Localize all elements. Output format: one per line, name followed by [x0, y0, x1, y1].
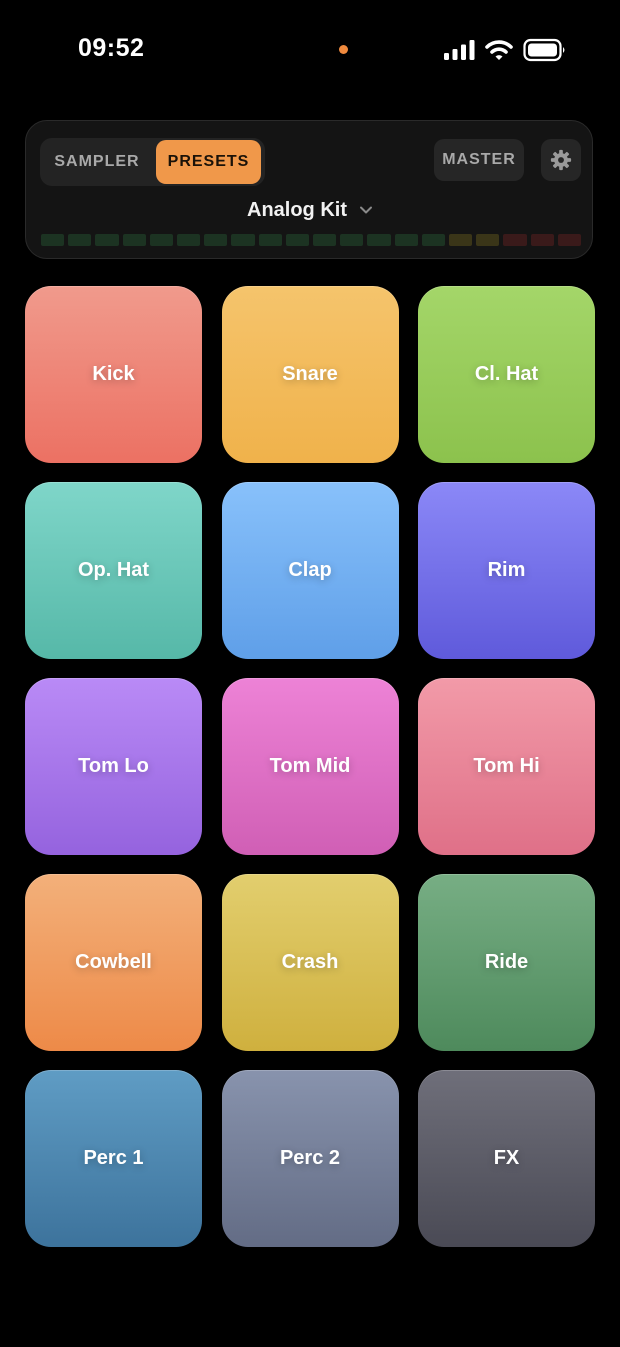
- status-bar: 09:52: [0, 0, 620, 100]
- tab-presets[interactable]: PRESETS: [156, 140, 261, 184]
- meter-segment: [285, 234, 310, 246]
- pad-perc-2[interactable]: Perc 2: [221, 1070, 399, 1247]
- meter-segment: [68, 234, 92, 246]
- pad-label: Cl. Hat: [474, 363, 539, 385]
- pad-label: Snare: [282, 363, 338, 385]
- pad-label: Kick: [92, 363, 135, 385]
- pad-tom-hi[interactable]: Tom Hi: [418, 678, 595, 855]
- pad-kick[interactable]: Kick: [25, 286, 202, 463]
- kit-name: Analog Kit: [247, 198, 347, 221]
- meter-segment: [503, 234, 527, 246]
- microphone-indicator-icon: [339, 45, 348, 54]
- pad-label: Cowbell: [75, 951, 152, 973]
- status-time: 09:52: [78, 34, 145, 62]
- pad-clap[interactable]: Clap: [221, 482, 399, 659]
- pad-label: Tom Hi: [473, 755, 540, 777]
- settings-button[interactable]: [541, 139, 581, 181]
- control-panel: SAMPLER PRESETS MASTER Analog Kit: [25, 120, 593, 259]
- pad-cl-hat[interactable]: Cl. Hat: [418, 286, 595, 463]
- meter-segment: [204, 234, 228, 246]
- level-meter: [41, 234, 582, 246]
- meter-segment: [394, 234, 418, 246]
- meter-segment: [367, 234, 391, 246]
- pad-ride[interactable]: Ride: [418, 874, 595, 1051]
- meter-segment: [449, 234, 473, 246]
- meter-segment: [231, 234, 255, 246]
- pad-label: Crash: [281, 951, 339, 973]
- pad-crash[interactable]: Crash: [221, 874, 399, 1051]
- drum-pad-screen: 09:52 SAMPLER PRESETS MASTER Analog Kit …: [0, 0, 620, 1347]
- pad-label: Clap: [288, 559, 332, 581]
- pad-fx[interactable]: FX: [418, 1070, 595, 1247]
- meter-segment: [122, 234, 146, 246]
- meter-segment: [421, 234, 446, 246]
- pad-label: Ride: [484, 951, 529, 973]
- mode-segmented-control: SAMPLER PRESETS: [40, 138, 265, 186]
- meter-segment: [476, 234, 500, 246]
- cellular-signal-icon: [444, 40, 475, 60]
- pad-cowbell[interactable]: Cowbell: [25, 874, 202, 1051]
- pad-snare[interactable]: Snare: [221, 286, 399, 463]
- master-button[interactable]: MASTER: [434, 139, 524, 181]
- battery-icon: [523, 38, 565, 62]
- meter-segment: [149, 234, 174, 246]
- meter-segment: [41, 234, 65, 246]
- chevron-down-icon: [360, 206, 372, 214]
- wifi-icon: [485, 40, 513, 60]
- gear-icon: [550, 149, 572, 171]
- meter-segment: [557, 234, 582, 246]
- meter-segment: [258, 234, 282, 246]
- meter-segment: [177, 234, 201, 246]
- pad-label: FX: [493, 1147, 520, 1169]
- pad-tom-mid[interactable]: Tom Mid: [221, 678, 399, 855]
- pad-grid: Kick Snare Cl. Hat Op. Hat Clap Rim Tom Lo Tom …: [25, 286, 595, 1247]
- pad-label: Rim: [487, 559, 526, 581]
- pad-tom-lo[interactable]: Tom Lo: [25, 678, 202, 855]
- pad-label: Tom Lo: [78, 755, 149, 777]
- meter-segment: [313, 234, 337, 246]
- tab-sampler[interactable]: SAMPLER: [42, 140, 152, 184]
- pad-perc-1[interactable]: Perc 1: [25, 1070, 202, 1247]
- pad-label: Op. Hat: [77, 559, 150, 581]
- pad-label: Perc 2: [279, 1147, 341, 1169]
- meter-segment: [95, 234, 119, 246]
- pad-rim[interactable]: Rim: [418, 482, 595, 659]
- kit-selector[interactable]: Analog Kit: [26, 195, 594, 225]
- meter-segment: [340, 234, 364, 246]
- pad-label: Tom Mid: [269, 755, 351, 777]
- pad-label: Perc 1: [83, 1147, 144, 1169]
- pad-op-hat[interactable]: Op. Hat: [25, 482, 202, 659]
- meter-segment: [530, 234, 554, 246]
